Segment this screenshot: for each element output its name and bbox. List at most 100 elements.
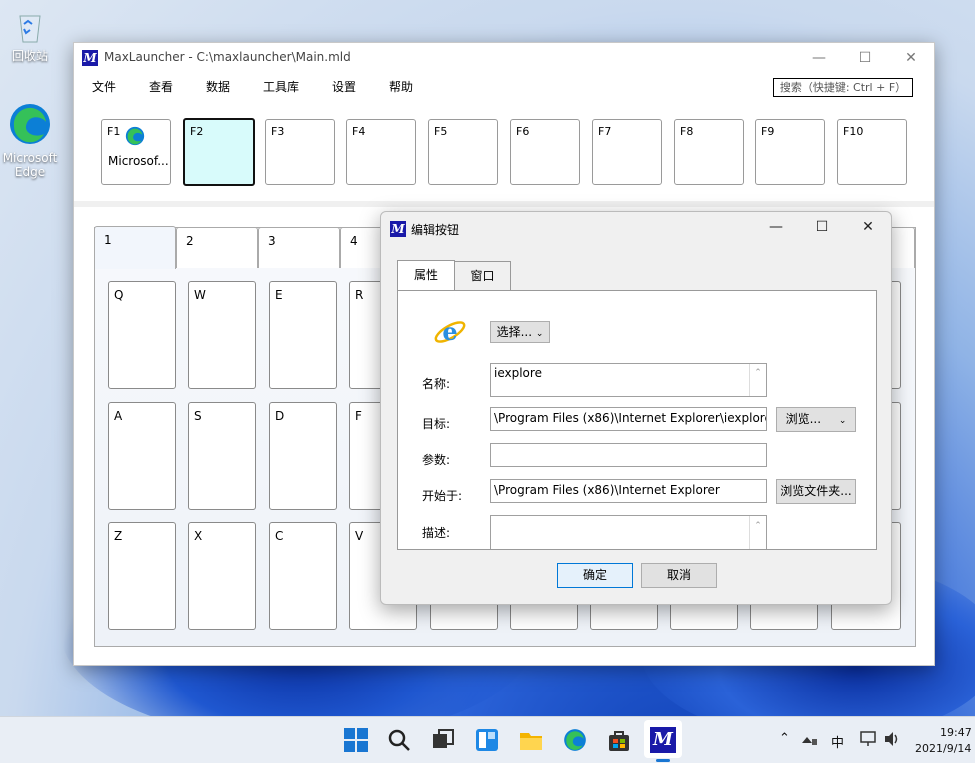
- key-label: A: [114, 409, 123, 423]
- key-label: W: [194, 288, 206, 302]
- volume-icon[interactable]: [883, 731, 901, 747]
- fkey-label: F6: [516, 125, 530, 138]
- clock-date[interactable]: 2021/9/14: [915, 742, 971, 755]
- maxlauncher-icon[interactable]: M: [650, 727, 676, 753]
- key-z[interactable]: Z: [108, 522, 176, 630]
- target-label: 目标:: [422, 417, 451, 431]
- menu-view[interactable]: 查看: [149, 78, 173, 95]
- browse-button[interactable]: 浏览... ⌄: [776, 407, 856, 432]
- fkey-label: F9: [761, 125, 775, 138]
- menu-file[interactable]: 文件: [92, 78, 116, 95]
- display-icon[interactable]: [860, 731, 878, 747]
- fkey-f8[interactable]: F8: [674, 119, 744, 185]
- fkey-label: F7: [598, 125, 612, 138]
- maximize-button[interactable]: ☐: [842, 43, 888, 73]
- edge-label: Microsoft Edge: [2, 151, 58, 179]
- key-label: Q: [114, 288, 124, 302]
- key-x[interactable]: X: [188, 522, 256, 630]
- key-s[interactable]: S: [188, 402, 256, 510]
- fkey-f4[interactable]: F4: [346, 119, 416, 185]
- start-icon[interactable]: [343, 727, 369, 753]
- edit-button-dialog: M 编辑按钮 — ☐ ✕ 属性 窗口 e 选择... ⌄ 名称: iexplor…: [380, 211, 892, 605]
- fkey-f1[interactable]: F1 Microsof...: [101, 119, 171, 185]
- edge-icon[interactable]: [562, 727, 588, 753]
- cancel-button[interactable]: 取消: [641, 563, 717, 588]
- dialog-title: 编辑按钮: [411, 223, 460, 237]
- menu-data[interactable]: 数据: [206, 78, 230, 95]
- fkey-label: F3: [271, 125, 285, 138]
- browse-folder-button[interactable]: 浏览文件夹...: [776, 479, 856, 504]
- window-title: MaxLauncher - C:\maxlauncher\Main.mld: [104, 50, 351, 64]
- internet-explorer-icon: e: [434, 317, 466, 346]
- tab-properties[interactable]: 属性: [397, 260, 455, 291]
- dialog-minimize-button[interactable]: —: [753, 212, 799, 242]
- separator: [74, 201, 934, 207]
- search-input[interactable]: 搜索（快捷键: Ctrl + F）: [773, 78, 913, 97]
- menu-help[interactable]: 帮助: [389, 78, 413, 95]
- svg-text:e: e: [442, 317, 457, 346]
- app-logo-icon: M: [82, 50, 98, 66]
- args-field[interactable]: [490, 443, 767, 467]
- tab-1[interactable]: 1: [94, 226, 176, 269]
- task-view-icon[interactable]: [430, 727, 456, 753]
- desc-label: 描述:: [422, 526, 451, 540]
- tab-2[interactable]: 2: [176, 227, 258, 268]
- fkey-f2[interactable]: F2: [183, 118, 255, 186]
- close-button[interactable]: ✕: [888, 43, 934, 73]
- network-icon[interactable]: [800, 731, 818, 747]
- scrollbar[interactable]: ⌃⌄: [749, 364, 766, 396]
- desc-field[interactable]: ⌃: [490, 515, 767, 549]
- menu-tools[interactable]: 工具库: [263, 78, 299, 95]
- key-d[interactable]: D: [269, 402, 337, 510]
- edge-icon: [125, 126, 145, 146]
- clock-time[interactable]: 19:47: [940, 726, 972, 739]
- key-c[interactable]: C: [269, 522, 337, 630]
- file-explorer-icon[interactable]: [518, 727, 544, 753]
- title-bar[interactable]: M MaxLauncher - C:\maxlauncher\Main.mld …: [74, 43, 934, 73]
- startin-field[interactable]: \Program Files (x86)\Internet Explorer: [490, 479, 767, 503]
- startin-label: 开始于:: [422, 489, 463, 503]
- key-a[interactable]: A: [108, 402, 176, 510]
- fkey-label: F10: [843, 125, 864, 138]
- recycle-bin-shortcut[interactable]: 回收站: [0, 8, 60, 64]
- recycle-bin-label: 回收站: [11, 49, 48, 63]
- key-w[interactable]: W: [188, 281, 256, 389]
- key-label: D: [275, 409, 285, 423]
- dialog-maximize-button[interactable]: ☐: [799, 212, 845, 242]
- dialog-close-button[interactable]: ✕: [845, 212, 891, 242]
- fkey-label: F4: [352, 125, 366, 138]
- widgets-icon[interactable]: [474, 727, 500, 753]
- tab-label: 1: [104, 233, 112, 247]
- args-label: 参数:: [422, 453, 451, 467]
- fkey-f5[interactable]: F5: [428, 119, 498, 185]
- menu-settings[interactable]: 设置: [332, 78, 356, 95]
- target-field[interactable]: \Program Files (x86)\Internet Explorer\i…: [490, 407, 767, 431]
- tab-label: 3: [268, 234, 276, 248]
- key-e[interactable]: E: [269, 281, 337, 389]
- fkey-label: F5: [434, 125, 448, 138]
- tab-3[interactable]: 3: [258, 227, 340, 268]
- chevron-up-icon[interactable]: ⌃: [779, 731, 790, 746]
- edge-icon: [6, 100, 54, 148]
- name-field[interactable]: iexplore ⌃⌄: [490, 363, 767, 397]
- minimize-button[interactable]: —: [796, 43, 842, 73]
- fkey-f7[interactable]: F7: [592, 119, 662, 185]
- store-icon[interactable]: [606, 727, 632, 753]
- key-q[interactable]: Q: [108, 281, 176, 389]
- taskbar: M ⌃ 中 19:47 2021/9/14: [0, 716, 975, 763]
- edge-shortcut[interactable]: Microsoft Edge: [0, 100, 60, 179]
- key-label: Z: [114, 529, 123, 543]
- fkey-f3[interactable]: F3: [265, 119, 335, 185]
- scrollbar[interactable]: ⌃: [749, 516, 766, 549]
- chevron-down-icon: ⌄: [838, 416, 847, 426]
- fkey-f9[interactable]: F9: [755, 119, 825, 185]
- key-label: V: [355, 529, 364, 543]
- key-label: E: [275, 288, 283, 302]
- ok-button[interactable]: 确定: [557, 563, 633, 588]
- tab-window[interactable]: 窗口: [454, 261, 511, 290]
- ime-indicator[interactable]: 中: [831, 732, 844, 751]
- fkey-f6[interactable]: F6: [510, 119, 580, 185]
- search-icon[interactable]: [386, 727, 412, 753]
- select-dropdown[interactable]: 选择... ⌄: [490, 321, 550, 343]
- fkey-f10[interactable]: F10: [837, 119, 907, 185]
